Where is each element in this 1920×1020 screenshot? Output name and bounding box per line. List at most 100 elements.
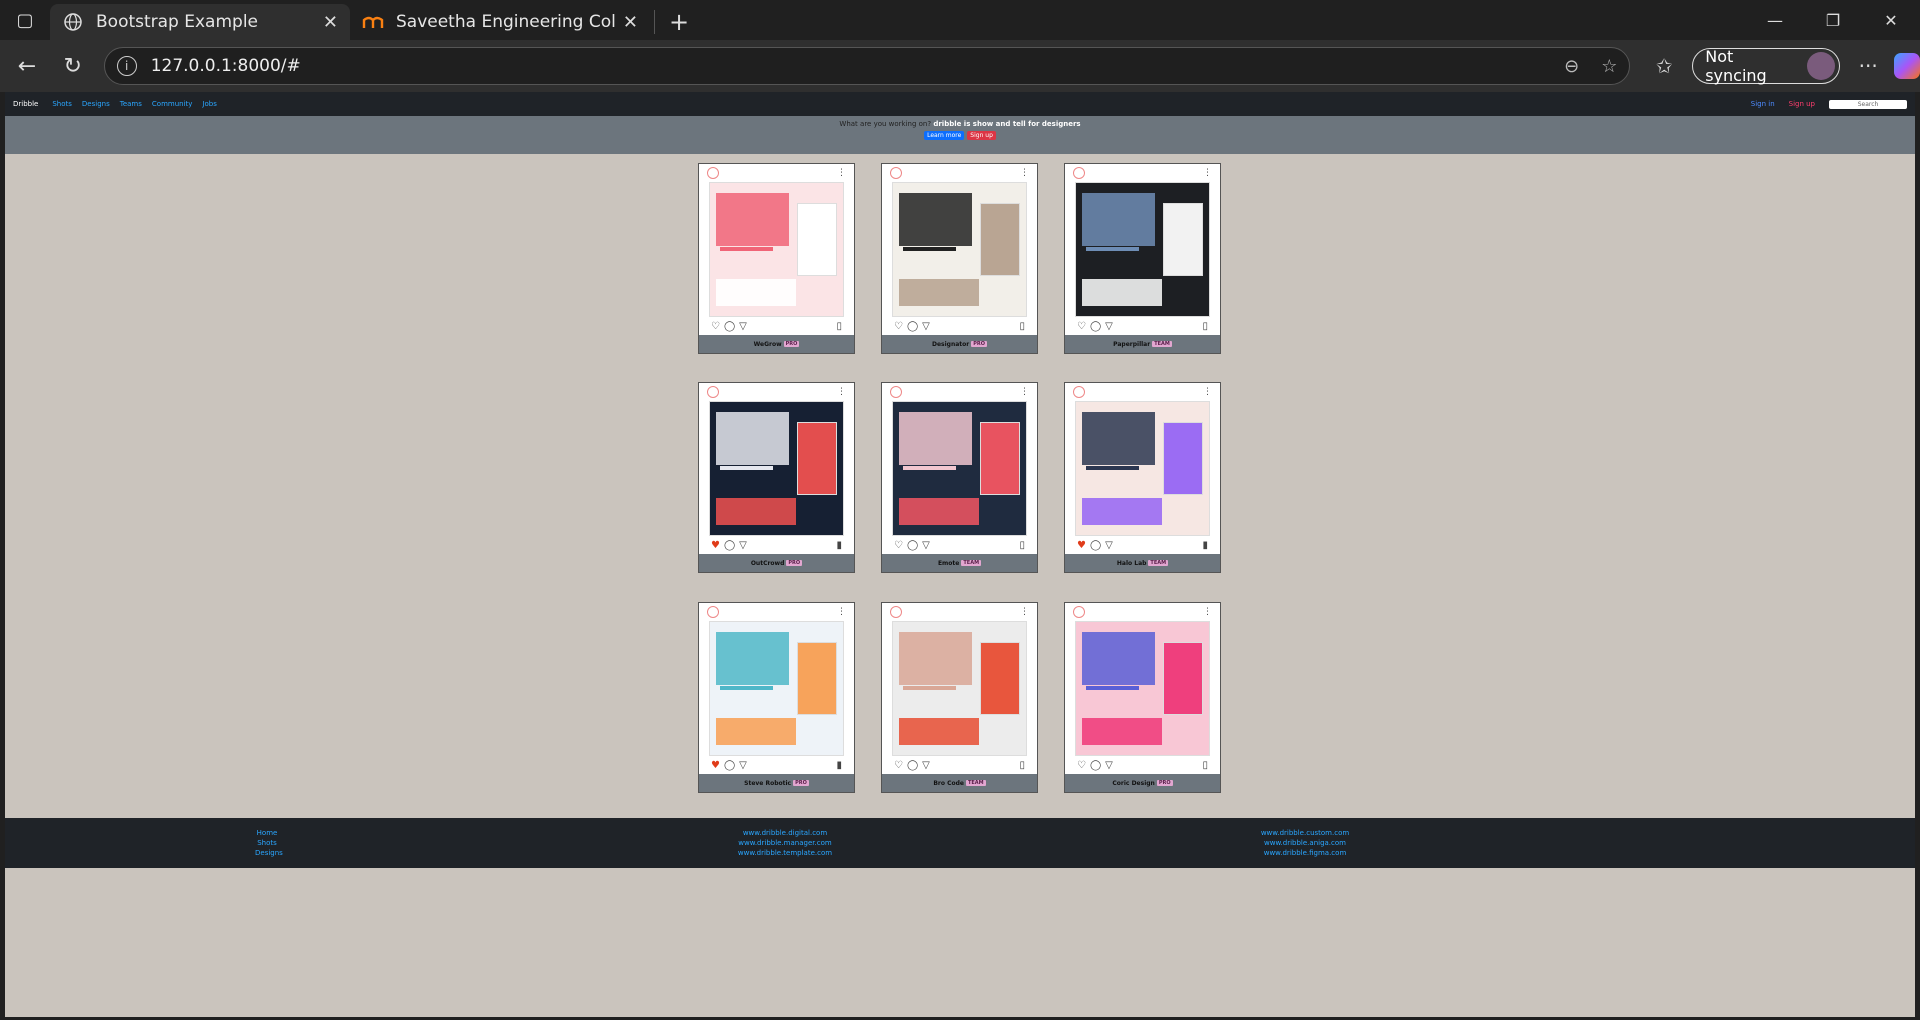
like-heart-icon[interactable]: ♡ (1077, 321, 1086, 332)
footer-link[interactable]: www.dribble.custom.com (1255, 828, 1355, 838)
designer-avatar[interactable] (890, 606, 902, 618)
new-tab-icon[interactable]: + (659, 4, 699, 40)
favorite-star-icon[interactable]: ☆ (1601, 56, 1617, 77)
shot-thumbnail[interactable] (709, 182, 844, 317)
designer-name[interactable]: WeGrow (754, 341, 782, 348)
shot-card[interactable]: ⋮ ♡ ◯ ▽ ▯ Emote TEAM (881, 382, 1038, 573)
like-heart-icon[interactable]: ♡ (894, 540, 903, 551)
comment-icon[interactable]: ◯ (724, 321, 735, 332)
nav-link-jobs[interactable]: Jobs (202, 100, 216, 108)
shot-thumbnail[interactable] (1075, 182, 1210, 317)
like-heart-icon[interactable]: ♡ (894, 321, 903, 332)
share-icon[interactable]: ▽ (739, 321, 747, 332)
zoom-out-icon[interactable]: ⊖ (1564, 56, 1579, 77)
like-heart-icon[interactable]: ♥ (711, 540, 720, 551)
minimize-icon[interactable]: — (1746, 0, 1804, 40)
share-icon[interactable]: ▽ (1105, 540, 1113, 551)
tab-saveetha[interactable]: Saveetha Engineering College: Lo ✕ (350, 4, 650, 40)
bookmark-icon[interactable]: ▮ (836, 760, 842, 771)
profile-sync-button[interactable]: Not syncing (1692, 47, 1841, 85)
designer-avatar[interactable] (707, 606, 719, 618)
designer-avatar[interactable] (1073, 606, 1085, 618)
comment-icon[interactable]: ◯ (907, 321, 918, 332)
nav-link-community[interactable]: Community (152, 100, 193, 108)
bookmark-icon[interactable]: ▯ (1202, 321, 1208, 332)
comment-icon[interactable]: ◯ (724, 540, 735, 551)
bookmark-icon[interactable]: ▯ (1019, 321, 1025, 332)
more-options-icon[interactable]: ⋮ (837, 387, 846, 397)
like-heart-icon[interactable]: ♥ (711, 760, 720, 771)
share-icon[interactable]: ▽ (922, 540, 930, 551)
shot-thumbnail[interactable] (892, 401, 1027, 536)
shot-card[interactable]: ⋮ ♡ ◯ ▽ ▯ Designator PRO (881, 163, 1038, 354)
comment-icon[interactable]: ◯ (1090, 540, 1101, 551)
designer-avatar[interactable] (1073, 386, 1085, 398)
footer-link[interactable]: www.dribble.aniga.com (1255, 838, 1355, 848)
designer-name[interactable]: Emote (938, 560, 959, 567)
footer-link[interactable]: Designs (255, 848, 283, 858)
footer-link[interactable]: Shots (255, 838, 279, 848)
designer-avatar[interactable] (1073, 167, 1085, 179)
comment-icon[interactable]: ◯ (1090, 321, 1101, 332)
shot-thumbnail[interactable] (892, 621, 1027, 756)
shot-card[interactable]: ⋮ ♥ ◯ ▽ ▮ Halo Lab TEAM (1064, 382, 1221, 573)
comment-icon[interactable]: ◯ (724, 760, 735, 771)
site-info-icon[interactable]: i (116, 56, 137, 76)
shot-card[interactable]: ⋮ ♥ ◯ ▽ ▮ Steve Robotic PRO (698, 602, 855, 793)
share-icon[interactable]: ▽ (739, 540, 747, 551)
designer-name[interactable]: Coric Design (1112, 780, 1154, 787)
bookmark-icon[interactable]: ▮ (1202, 540, 1208, 551)
like-heart-icon[interactable]: ♥ (1077, 540, 1086, 551)
bookmark-icon[interactable]: ▯ (836, 321, 842, 332)
search-input[interactable]: Search (1829, 99, 1907, 109)
more-options-icon[interactable]: ⋮ (837, 607, 846, 617)
more-options-icon[interactable]: ⋮ (1203, 168, 1212, 178)
shot-card[interactable]: ⋮ ♡ ◯ ▽ ▯ Paperpillar TEAM (1064, 163, 1221, 354)
share-icon[interactable]: ▽ (1105, 321, 1113, 332)
designer-name[interactable]: Steve Robotic (744, 780, 791, 787)
like-heart-icon[interactable]: ♡ (711, 321, 720, 332)
comment-icon[interactable]: ◯ (1090, 760, 1101, 771)
footer-link[interactable]: Home (255, 828, 279, 838)
designer-avatar[interactable] (707, 167, 719, 179)
like-heart-icon[interactable]: ♡ (1077, 760, 1086, 771)
footer-link[interactable]: www.dribble.template.com (735, 848, 835, 858)
shot-thumbnail[interactable] (1075, 401, 1210, 536)
bookmark-icon[interactable]: ▮ (836, 540, 842, 551)
bookmark-icon[interactable]: ▯ (1019, 540, 1025, 551)
copilot-icon[interactable] (1894, 53, 1920, 79)
share-icon[interactable]: ▽ (922, 321, 930, 332)
more-options-icon[interactable]: ⋮ (837, 168, 846, 178)
shot-card[interactable]: ⋮ ♡ ◯ ▽ ▯ Bro Code TEAM (881, 602, 1038, 793)
restore-icon[interactable]: ❐ (1804, 0, 1862, 40)
sign-in-link[interactable]: Sign in (1751, 100, 1775, 108)
bookmark-icon[interactable]: ▯ (1019, 760, 1025, 771)
shot-thumbnail[interactable] (709, 621, 844, 756)
shot-card[interactable]: ⋮ ♡ ◯ ▽ ▯ WeGrow PRO (698, 163, 855, 354)
designer-avatar[interactable] (707, 386, 719, 398)
close-tab-icon[interactable]: ✕ (323, 12, 338, 33)
shot-thumbnail[interactable] (1075, 621, 1210, 756)
close-window-icon[interactable]: ✕ (1862, 0, 1920, 40)
more-options-icon[interactable]: ⋮ (1203, 607, 1212, 617)
designer-name[interactable]: Paperpillar (1113, 341, 1150, 348)
favorites-icon[interactable]: ✩ (1644, 54, 1684, 78)
footer-link[interactable]: www.dribble.figma.com (1255, 848, 1355, 858)
shot-thumbnail[interactable] (709, 401, 844, 536)
brand-logo[interactable]: Dribble (13, 100, 38, 108)
shot-card[interactable]: ⋮ ♥ ◯ ▽ ▮ OutCrowd PRO (698, 382, 855, 573)
shot-card[interactable]: ⋮ ♡ ◯ ▽ ▯ Coric Design PRO (1064, 602, 1221, 793)
bookmark-icon[interactable]: ▯ (1202, 760, 1208, 771)
comment-icon[interactable]: ◯ (907, 760, 918, 771)
more-options-icon[interactable]: ⋮ (1020, 387, 1029, 397)
more-menu-icon[interactable]: ··· (1848, 54, 1888, 78)
designer-name[interactable]: Halo Lab (1117, 560, 1147, 567)
comment-icon[interactable]: ◯ (907, 540, 918, 551)
footer-link[interactable]: www.dribble.manager.com (735, 838, 835, 848)
share-icon[interactable]: ▽ (1105, 760, 1113, 771)
nav-link-designs[interactable]: Designs (82, 100, 110, 108)
designer-name[interactable]: Bro Code (933, 780, 964, 787)
reload-icon[interactable]: ↻ (50, 46, 96, 86)
back-arrow-icon[interactable]: ← (4, 46, 50, 86)
tab-bootstrap-example[interactable]: Bootstrap Example ✕ (50, 4, 350, 40)
